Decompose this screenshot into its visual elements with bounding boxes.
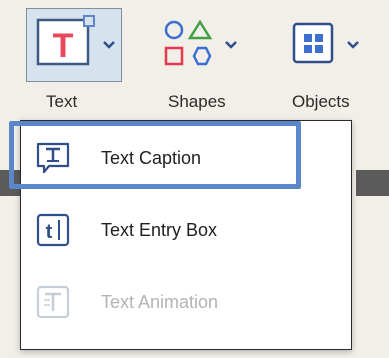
text-entry-box-icon: t — [36, 213, 70, 247]
shapes-tool-label: Shapes — [168, 92, 226, 111]
objects-icon — [292, 22, 334, 64]
chevron-down-icon — [225, 41, 237, 49]
menu-item-label: Text Animation — [101, 292, 219, 312]
text-animation-icon — [36, 285, 70, 319]
menu-item-label: Text Entry Box — [101, 220, 218, 240]
text-tool-button[interactable]: T Text — [0, 0, 130, 120]
background-panel-edge — [356, 170, 389, 196]
text-icon: T — [36, 15, 95, 66]
text-tool-label: Text — [46, 92, 78, 111]
shapes-icon — [164, 19, 213, 66]
svg-text:t: t — [46, 221, 53, 243]
chevron-down-icon — [347, 41, 359, 49]
objects-tool-label: Objects — [292, 92, 350, 111]
menu-item-text-animation: Text Animation — [21, 273, 351, 333]
chevron-down-icon — [103, 41, 115, 49]
menu-item-text-entry-box[interactable]: t Text Entry Box — [21, 201, 351, 261]
highlight-frame — [9, 121, 301, 189]
svg-text:T: T — [53, 27, 74, 65]
toolbar: T Text Shapes Objects — [0, 0, 389, 120]
shapes-tool-button[interactable]: Shapes — [148, 0, 258, 120]
objects-tool-button[interactable]: Objects — [284, 0, 389, 120]
